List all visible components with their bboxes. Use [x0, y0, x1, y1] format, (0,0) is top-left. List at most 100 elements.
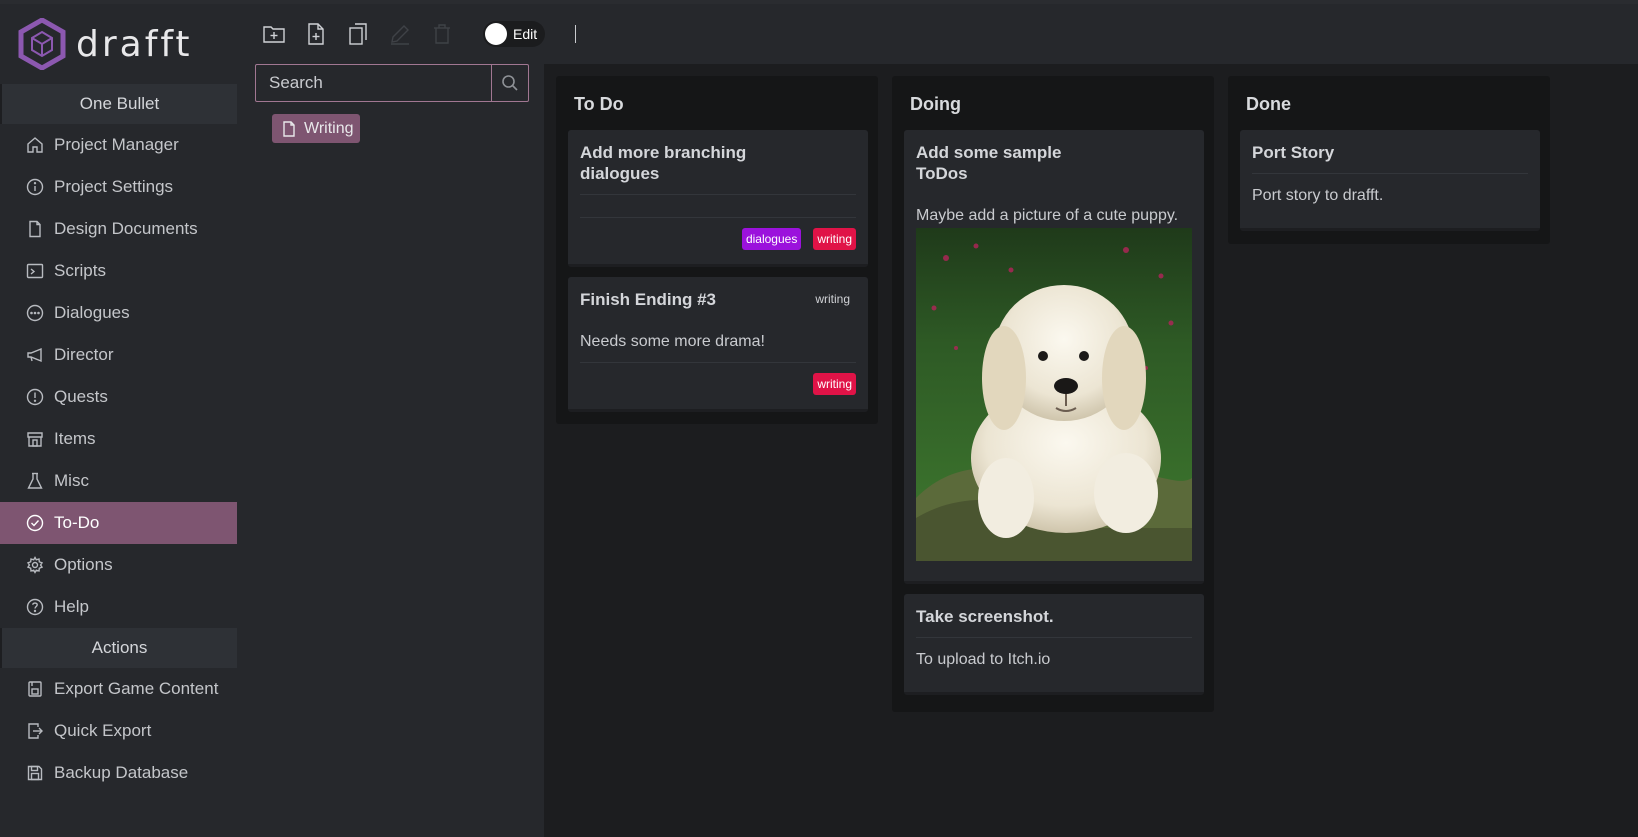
card[interactable]: Take screenshot. To upload to Itch.io: [904, 594, 1204, 695]
trash-icon: [434, 24, 450, 44]
sidebar-action-export-game-content[interactable]: Export Game Content: [0, 668, 237, 710]
search-icon: [502, 75, 518, 91]
column-title: Done: [1246, 93, 1291, 114]
sidebar-item-quests[interactable]: Quests: [0, 376, 237, 418]
info-icon: [26, 178, 44, 196]
card-title: Port Story: [1252, 142, 1528, 163]
toolbar: Edit: [237, 4, 1638, 64]
sidebar-item-label: Items: [54, 429, 96, 448]
card-title-text: Add more branching dialogues: [580, 143, 747, 183]
column-doing: Doing Add some sample ToDos Maybe add a …: [892, 76, 1214, 712]
project-section-header: One Bullet: [0, 84, 237, 124]
card[interactable]: Add some sample ToDos Maybe add a pictur…: [904, 130, 1204, 584]
sidebar-item-label: Quests: [54, 387, 108, 406]
pencil-icon: [391, 25, 409, 45]
toolbar-divider: [575, 25, 576, 43]
sidebar-item-label: Project Settings: [54, 177, 174, 196]
tree-item-label: Writing: [304, 119, 354, 137]
card-title-text: Port Story: [1252, 143, 1335, 162]
document-icon: [26, 220, 44, 238]
save-icon: [26, 764, 44, 782]
column-title: To Do: [574, 93, 624, 114]
sidebar-item-options[interactable]: Options: [0, 544, 237, 586]
sidebar-action-quick-export[interactable]: Quick Export: [0, 710, 237, 752]
export-icon: [26, 680, 44, 698]
puppy-image: [916, 228, 1192, 561]
sidebar-item-label: Dialogues: [54, 303, 130, 322]
sidebar-item-project-manager[interactable]: Project Manager: [0, 124, 237, 166]
search-input[interactable]: [256, 65, 491, 101]
card-body: To upload to Itch.io: [916, 651, 1051, 668]
tag-dialogues[interactable]: dialogues: [741, 228, 802, 250]
sidebar-item-label: Quick Export: [54, 721, 152, 740]
card-title-text: Take screenshot.: [916, 607, 1054, 626]
rename-button[interactable]: [379, 13, 421, 55]
card-body-empty: [580, 195, 856, 217]
toggle-knob: [485, 23, 507, 45]
search-box: [255, 64, 529, 102]
sidebar-item-label: Director: [54, 345, 114, 364]
check-circle-icon: [26, 514, 44, 532]
gear-icon: [26, 556, 44, 574]
sidebar-item-design-documents[interactable]: Design Documents: [0, 208, 237, 250]
sidebar: drafft One Bullet Project Manager Projec…: [0, 4, 237, 837]
sidebar-item-label: Help: [54, 597, 89, 616]
column-to-do: To Do Add more branching dialogues dialo…: [556, 76, 878, 424]
chat-icon: [26, 304, 44, 322]
card-title-text: Add some sample ToDos: [916, 143, 1062, 183]
tag-writing[interactable]: writing: [813, 228, 856, 250]
sidebar-item-help[interactable]: Help: [0, 586, 237, 628]
search-button[interactable]: [491, 65, 528, 101]
kanban-board: To Do Add more branching dialogues dialo…: [544, 64, 1638, 837]
sidebar-item-label: Export Game Content: [54, 679, 219, 698]
card-body: Port story to drafft.: [1252, 187, 1384, 204]
new-folder-button[interactable]: [253, 13, 295, 55]
card-body: Maybe add a picture of a cute puppy.: [916, 207, 1179, 224]
sidebar-item-scripts[interactable]: Scripts: [0, 250, 237, 292]
drafft-logo-icon: [18, 18, 66, 70]
file-icon: [283, 120, 295, 137]
new-file-button[interactable]: [295, 13, 337, 55]
card[interactable]: Finish Ending #3 writing Needs some more…: [568, 277, 868, 412]
alert-icon: [26, 388, 44, 406]
copy-icon: [349, 23, 367, 45]
question-icon: [26, 598, 44, 616]
sidebar-action-backup-database[interactable]: Backup Database: [0, 752, 237, 794]
card-corner-tag: writing: [815, 292, 850, 306]
card-title: Add some sample ToDos: [916, 142, 1192, 184]
sidebar-item-misc[interactable]: Misc: [0, 460, 237, 502]
card[interactable]: Port Story Port story to drafft.: [1240, 130, 1540, 231]
actions-section-header: Actions: [0, 628, 237, 668]
folder-plus-icon: [263, 26, 285, 43]
edit-toggle[interactable]: Edit: [483, 21, 545, 47]
card-body: Needs some more drama!: [580, 333, 765, 350]
sidebar-item-label: Project Manager: [54, 135, 179, 154]
card-title: Take screenshot.: [916, 606, 1192, 627]
card-title-text: Finish Ending #3: [580, 290, 717, 309]
sidebar-item-label: Options: [54, 555, 113, 574]
column-title: Doing: [910, 93, 961, 114]
card-tags: writing: [580, 363, 856, 395]
app-name: drafft: [76, 23, 193, 65]
card-title: Add more branching dialogues: [580, 142, 856, 184]
sidebar-item-project-settings[interactable]: Project Settings: [0, 166, 237, 208]
store-icon: [26, 430, 44, 448]
home-icon: [26, 136, 44, 154]
sidebar-item-items[interactable]: Items: [0, 418, 237, 460]
column-done: Done Port Story Port story to drafft.: [1228, 76, 1550, 244]
quick-export-icon: [26, 722, 44, 740]
card-tags: dialogues writing: [580, 218, 856, 250]
sidebar-item-to-do[interactable]: To-Do: [0, 502, 237, 544]
tree-item-writing[interactable]: Writing: [272, 114, 360, 143]
sidebar-item-label: Misc: [54, 471, 89, 490]
duplicate-button[interactable]: [337, 13, 379, 55]
sidebar-item-dialogues[interactable]: Dialogues: [0, 292, 237, 334]
sidebar-item-label: To-Do: [54, 513, 100, 532]
card[interactable]: Add more branching dialogues dialogues w…: [568, 130, 868, 267]
edit-toggle-label: Edit: [513, 26, 538, 42]
sidebar-item-director[interactable]: Director: [0, 334, 237, 376]
delete-button[interactable]: [421, 13, 463, 55]
app-logo[interactable]: drafft: [0, 4, 237, 84]
tag-writing[interactable]: writing: [813, 373, 856, 395]
sidebar-item-label: Design Documents: [54, 219, 198, 238]
